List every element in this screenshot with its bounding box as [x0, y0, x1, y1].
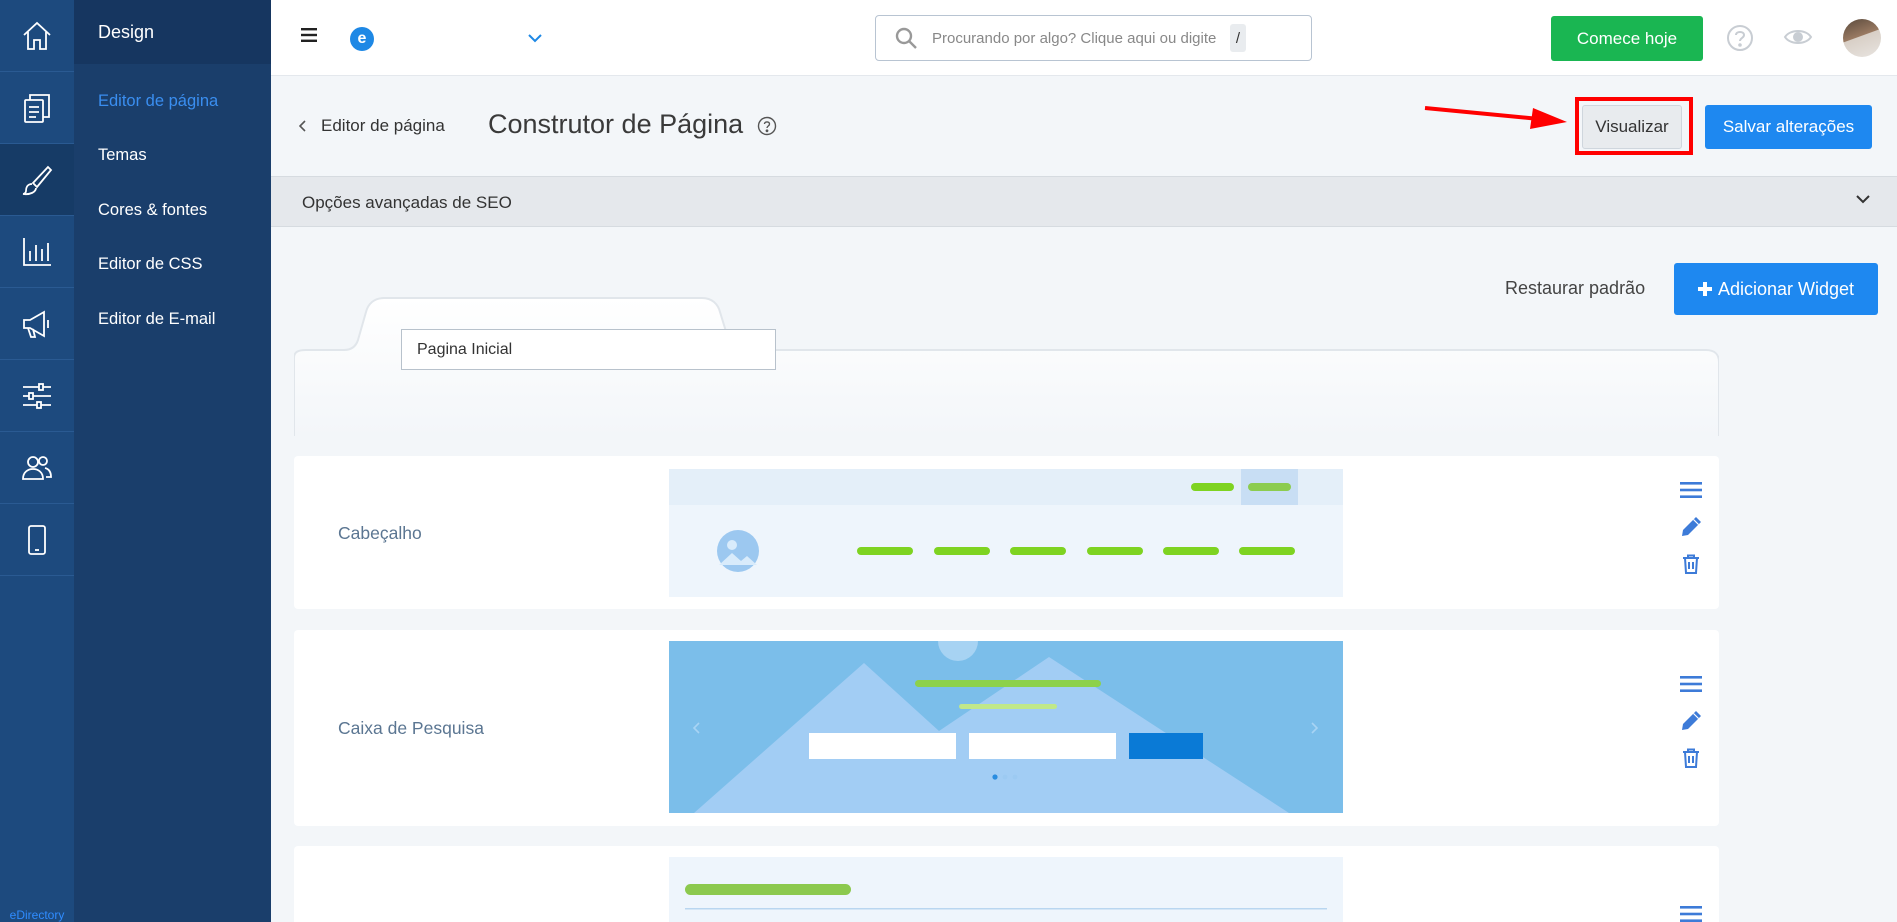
submenu-item-page-editor[interactable]: Editor de página — [74, 74, 271, 129]
page-name-input[interactable] — [401, 329, 776, 370]
eye-icon — [1783, 30, 1813, 44]
rail-promotion[interactable] — [0, 288, 74, 360]
save-changes-button[interactable]: Salvar alterações — [1705, 105, 1872, 149]
trash-icon[interactable] — [1682, 748, 1700, 768]
widget-actions — [1680, 675, 1702, 768]
widget-row-search-box: Caixa de Pesquisa — [294, 630, 1719, 826]
drag-handle-icon[interactable] — [1680, 481, 1702, 499]
hamburger-icon — [301, 28, 317, 42]
search-box[interactable]: / — [875, 15, 1312, 61]
bar-chart-icon — [23, 237, 51, 266]
brand-label: eDirectory — [9, 908, 65, 922]
rail-settings[interactable] — [0, 360, 74, 432]
drag-handle-icon[interactable] — [1680, 905, 1702, 922]
back-link[interactable]: Editor de página — [299, 116, 445, 136]
widget-row-partial — [294, 846, 1719, 922]
plus-icon — [1697, 282, 1712, 296]
submenu-item-email-editor[interactable]: Editor de E-mail — [74, 292, 271, 347]
search-input[interactable] — [932, 29, 1222, 47]
drag-handle-icon[interactable] — [1680, 675, 1702, 693]
site-selector-dropdown[interactable] — [527, 30, 543, 48]
start-today-button[interactable]: Comece hoje — [1551, 16, 1703, 61]
page-title: Construtor de Página — [488, 109, 744, 139]
sliders-icon — [23, 382, 51, 409]
add-widget-label: Adicionar Widget — [1717, 278, 1855, 299]
design-submenu: Design Editor de página Temas Cores & fo… — [74, 0, 271, 922]
topbar: e / Comece hoje — [271, 0, 1897, 76]
back-link-label: Editor de página — [321, 116, 445, 135]
annotation-arrow — [1424, 106, 1567, 129]
search-icon — [895, 27, 917, 49]
submenu-item-colors-fonts[interactable]: Cores & fontes — [74, 183, 271, 238]
question-circle-icon — [757, 116, 777, 136]
submenu-item-css-editor[interactable]: Editor de CSS — [74, 238, 271, 293]
pencil-icon[interactable] — [1681, 710, 1702, 731]
site-logo[interactable]: e — [350, 27, 374, 51]
seo-options-accordion[interactable]: Opções avançadas de SEO — [271, 176, 1897, 227]
widget-actions — [1680, 481, 1702, 574]
chevron-down-icon — [528, 34, 542, 43]
home-icon — [23, 21, 51, 50]
submenu-title: Design — [74, 0, 271, 64]
search-shortcut-key: / — [1230, 24, 1246, 52]
submenu-item-themes[interactable]: Temas — [74, 129, 271, 184]
widget-row-header: Cabeçalho — [294, 456, 1719, 609]
seo-options-label: Opções avançadas de SEO — [302, 193, 512, 212]
help-button[interactable] — [1726, 24, 1754, 57]
search-box-widget-preview — [669, 641, 1343, 813]
trash-icon[interactable] — [1682, 554, 1700, 574]
chevron-left-icon — [299, 120, 306, 132]
content-widget-preview — [669, 857, 1343, 922]
preview-button[interactable]: Visualizar — [1582, 105, 1682, 149]
pencil-icon[interactable] — [1681, 516, 1702, 537]
user-avatar[interactable] — [1843, 19, 1881, 57]
rail-pages[interactable] — [0, 72, 74, 144]
widget-label: Cabeçalho — [338, 523, 422, 543]
menu-toggle-button[interactable] — [301, 28, 317, 47]
rail-home[interactable] — [0, 0, 74, 72]
question-circle-icon — [1727, 25, 1753, 51]
rail-users[interactable] — [0, 432, 74, 504]
brush-icon — [22, 165, 53, 195]
view-site-button[interactable] — [1783, 26, 1813, 53]
widget-actions — [1680, 905, 1702, 922]
header-widget-preview — [669, 469, 1343, 597]
title-help-button[interactable] — [757, 116, 777, 141]
documents-icon — [24, 93, 50, 123]
rail-mobile[interactable] — [0, 504, 74, 576]
chevron-down-icon — [1856, 195, 1870, 204]
widget-label: Caixa de Pesquisa — [338, 718, 484, 738]
icon-rail: eDirectory — [0, 0, 74, 922]
mobile-phone-icon — [28, 524, 46, 555]
megaphone-icon — [23, 309, 49, 338]
users-icon — [22, 455, 52, 480]
rail-reports[interactable] — [0, 216, 74, 288]
page-header: Editor de página Construtor de Página Vi… — [271, 76, 1897, 176]
rail-design[interactable] — [0, 144, 74, 216]
